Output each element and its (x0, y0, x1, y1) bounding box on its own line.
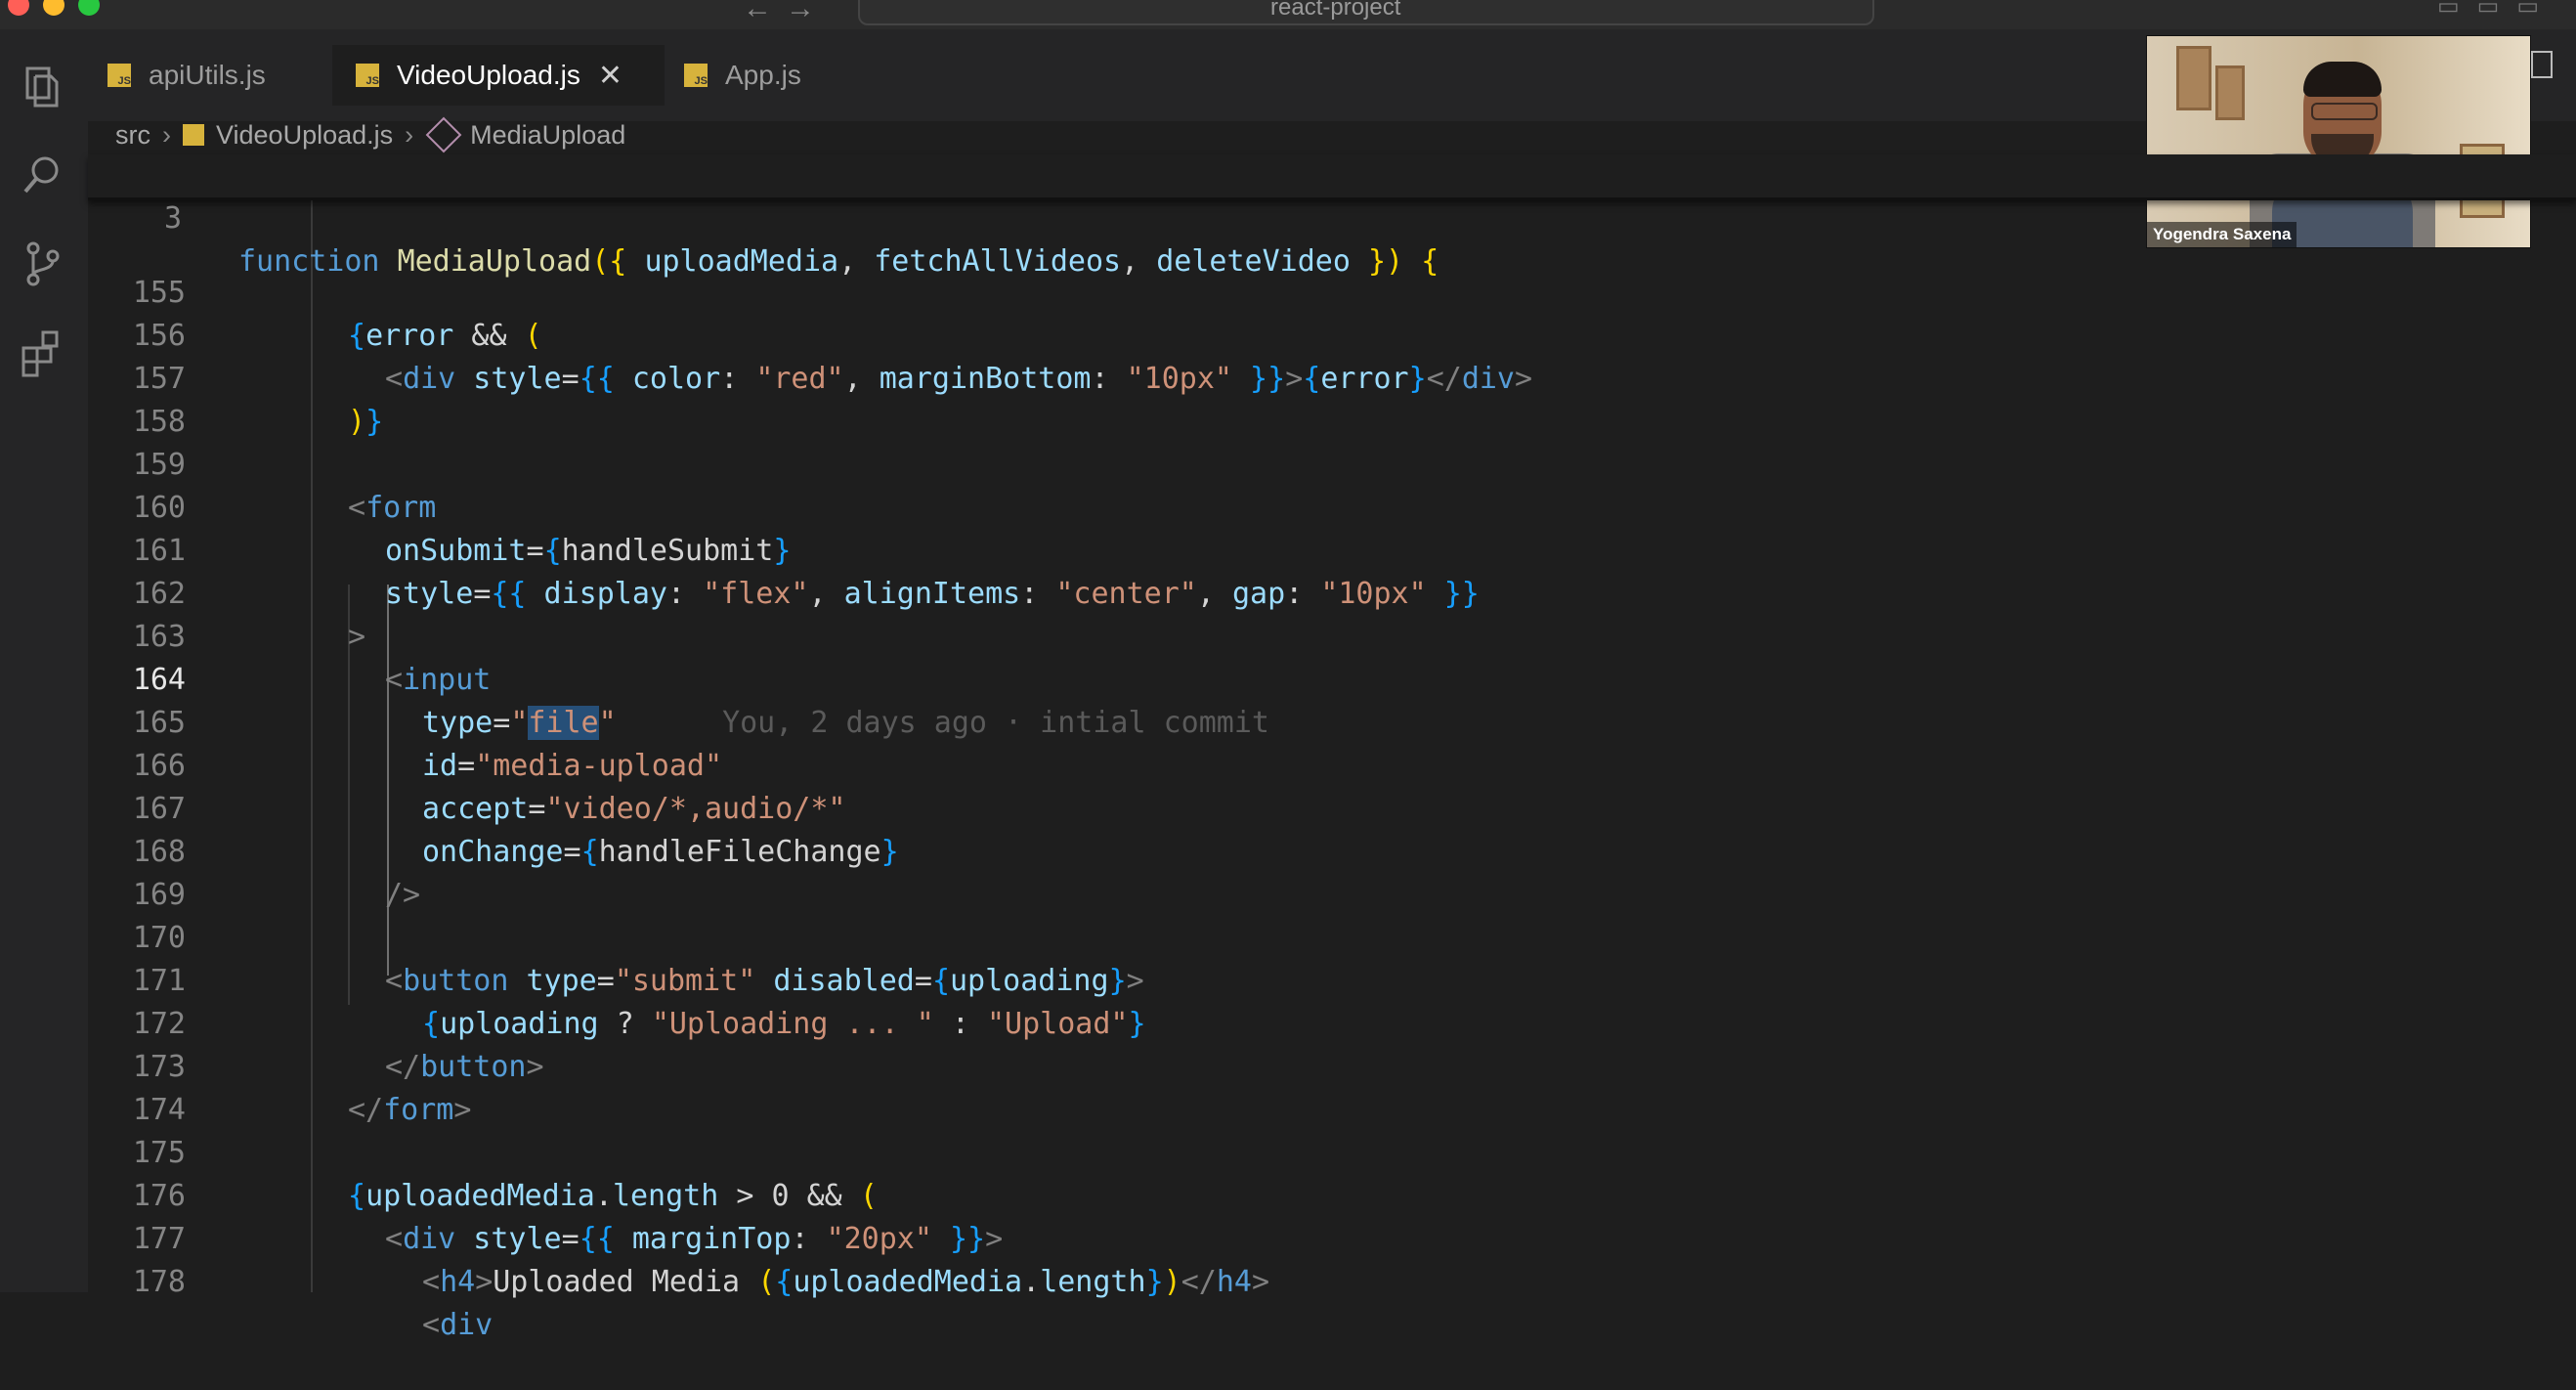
code-text: <div (422, 1308, 494, 1342)
wall-frame (2215, 65, 2245, 120)
breadcrumb-folder[interactable]: src (115, 120, 150, 151)
chevron-right-icon: › (162, 119, 171, 150)
code-line[interactable]: 169 (88, 831, 2576, 912)
code-line[interactable]: 157 )} (88, 315, 2576, 439)
code-line-current[interactable]: 164 type="file" You, 2 days ago · intial… (88, 616, 2576, 740)
js-file-icon: JS (356, 64, 379, 87)
breadcrumb-file[interactable]: VideoUpload.js (216, 120, 393, 151)
code-line[interactable]: 176 <div style={{ marginTop: "20px" }}> (88, 1132, 2576, 1256)
tab-label: apiUtils.js (149, 60, 266, 90)
title-bar: ←→ react-project ▭▭▭ (0, 0, 2576, 29)
code-text: <h4>Uploaded Media ({uploadedMedia.lengt… (422, 1265, 1269, 1299)
webcam-overlay: Yogendra Saxena (2146, 35, 2531, 248)
source-control-icon[interactable] (14, 235, 72, 293)
wall-frame (2176, 46, 2211, 110)
code-line[interactable]: 178 <div (88, 1218, 2576, 1342)
participant-name: Yogendra Saxena (2147, 222, 2297, 247)
code-line[interactable]: 167 onChange={handleFileChange} (88, 745, 2576, 869)
breadcrumb-symbol[interactable]: MediaUpload (470, 120, 625, 151)
nav-arrows[interactable]: ←→ (743, 0, 829, 25)
code-editor[interactable]: 3 function MediaUpload({ uploadMedia, fe… (88, 154, 2576, 1342)
breadcrumb: src › VideoUpload.js › MediaUpload (115, 115, 625, 154)
code-line[interactable]: 171 {uploading ? "Uploading ... " : "Upl… (88, 917, 2576, 1041)
code-text: function MediaUpload({ uploadMedia, fetc… (238, 244, 1439, 279)
code-line[interactable]: 160 onSubmit={handleSubmit} (88, 444, 2576, 568)
code-line[interactable]: 158 (88, 358, 2576, 439)
tab-app[interactable]: JS App.js (674, 45, 870, 106)
close-window-button[interactable] (8, 0, 29, 16)
code-line[interactable]: 175 {uploadedMedia.length > 0 && ( (88, 1089, 2576, 1213)
js-file-icon (183, 124, 204, 146)
chevron-right-icon: › (405, 119, 414, 150)
code-line[interactable]: 162 > (88, 530, 2576, 654)
minimize-window-button[interactable] (43, 0, 64, 16)
split-editor-icon[interactable] (2531, 51, 2553, 78)
js-file-icon: JS (684, 64, 708, 87)
close-icon[interactable]: ✕ (598, 59, 623, 93)
code-line[interactable]: 168 /> (88, 788, 2576, 912)
code-line[interactable]: 159 <form (88, 401, 2576, 525)
sticky-scroll-line[interactable]: 3 function MediaUpload({ uploadMedia, fe… (88, 154, 2576, 279)
command-center[interactable]: react-project (858, 0, 1874, 25)
code-line[interactable]: 161 style={{ display: "flex", alignItems… (88, 487, 2576, 611)
window-title: react-project (1270, 0, 1401, 21)
tab-label: VideoUpload.js (397, 60, 580, 90)
maximize-window-button[interactable] (78, 0, 100, 16)
code-line[interactable]: 165 id="media-upload" (88, 659, 2576, 783)
explorer-icon[interactable] (14, 59, 72, 117)
tab-label: App.js (725, 60, 801, 90)
layout-icons[interactable]: ▭▭▭ (2437, 0, 2556, 21)
component-icon (425, 116, 462, 153)
code-line[interactable]: 172 </button> (88, 960, 2576, 1084)
code-line[interactable]: 174 (88, 1046, 2576, 1127)
tab-apiutils[interactable]: JS apiUtils.js (107, 45, 332, 106)
search-icon[interactable] (14, 147, 72, 205)
code-line[interactable]: 163 <input (88, 573, 2576, 697)
activity-bar (0, 29, 88, 1292)
code-line[interactable]: 170 <button type="submit" disabled={uplo… (88, 874, 2576, 998)
code-line[interactable]: 173 </form> (88, 1003, 2576, 1127)
line-number: 3 (163, 201, 182, 236)
extensions-icon[interactable] (14, 323, 72, 381)
code-line[interactable]: 177 <h4>Uploaded Media ({uploadedMedia.l… (88, 1175, 2576, 1299)
tab-videoupload[interactable]: JS VideoUpload.js ✕ (332, 45, 665, 106)
code-line[interactable]: 166 accept="video/*,audio/*" (88, 702, 2576, 826)
js-file-icon: JS (107, 64, 131, 87)
